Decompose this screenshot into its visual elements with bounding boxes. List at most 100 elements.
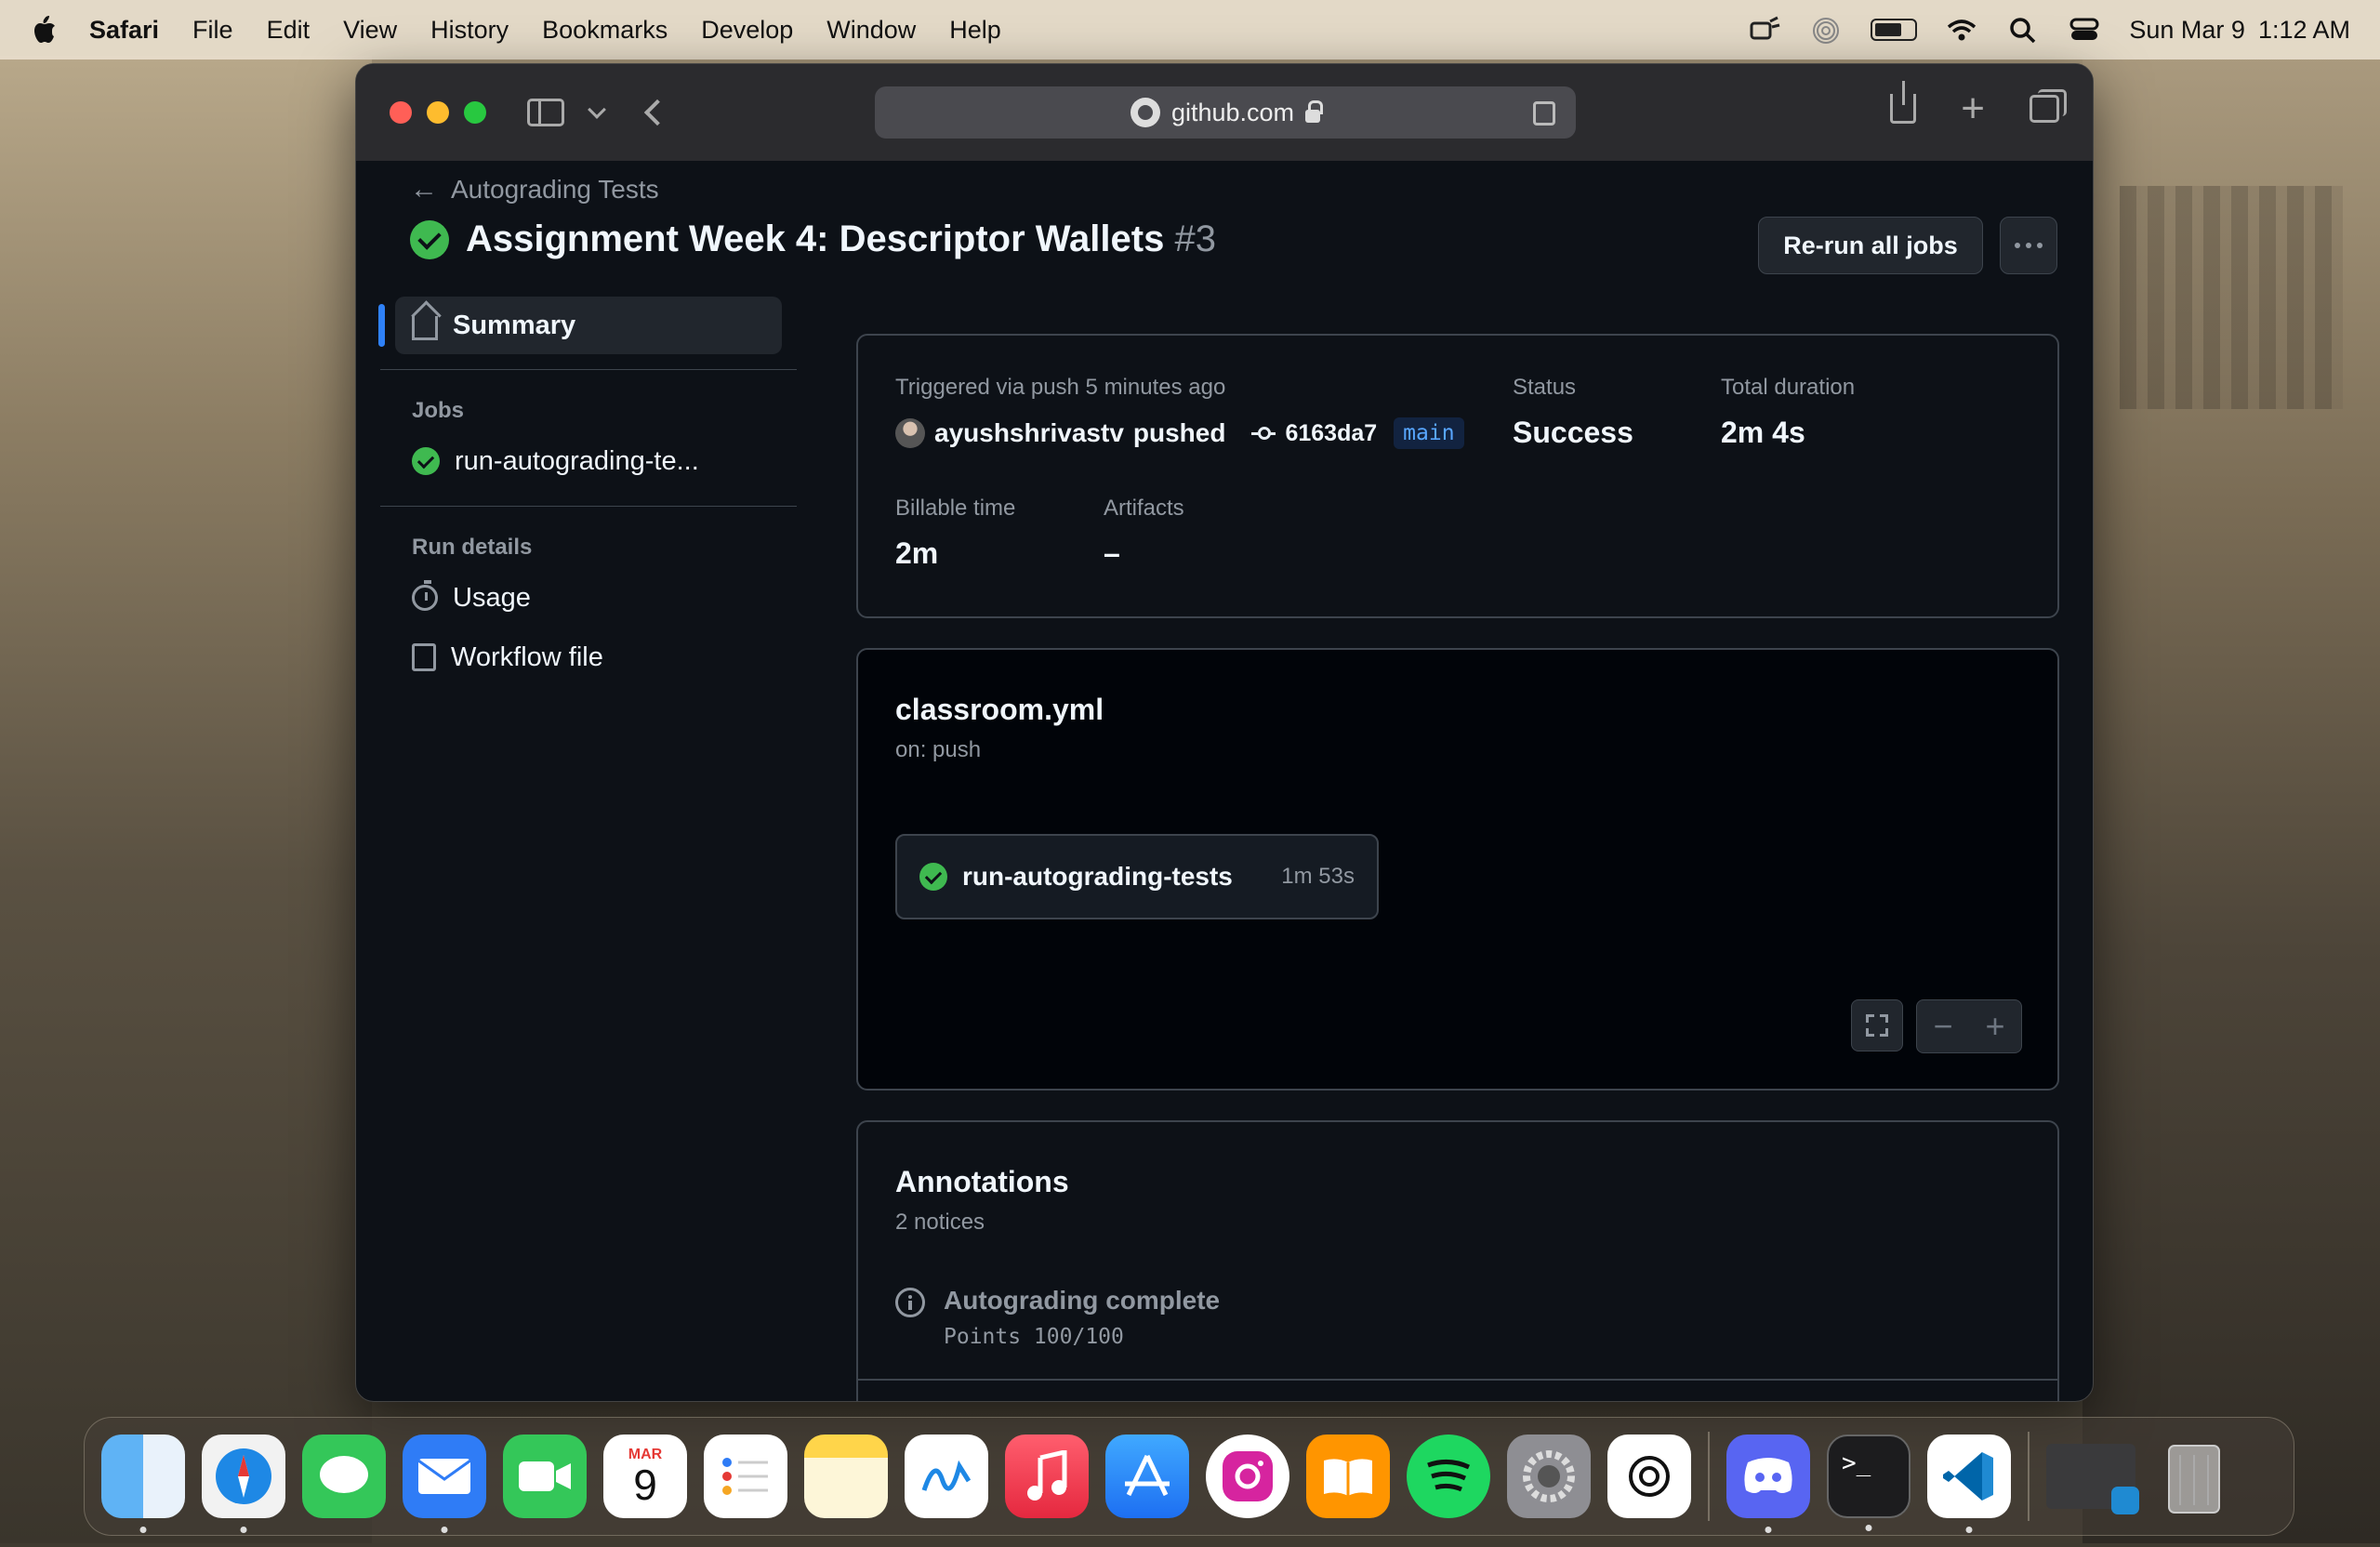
zoom-in-button[interactable]: +: [1969, 1000, 2021, 1052]
tab-overview-icon[interactable]: [2030, 89, 2067, 123]
success-check-icon: [412, 447, 440, 475]
menu-window[interactable]: Window: [826, 16, 916, 45]
sidebar-item-job[interactable]: run-autograding-te...: [412, 431, 797, 491]
run-title: Assignment Week 4: Descriptor Wallets: [466, 218, 1165, 259]
maximize-window-button[interactable]: [464, 101, 486, 124]
address-bar[interactable]: github.com: [875, 86, 1576, 139]
safari-window: github.com + ← Autograding Tests Assignm…: [355, 63, 2094, 1402]
battery-icon[interactable]: [1871, 19, 1918, 41]
arrow-left-icon: ←: [410, 174, 438, 205]
sidebar-item-summary[interactable]: Summary: [378, 297, 782, 354]
instagram-icon[interactable]: [1206, 1435, 1289, 1518]
sidebar-item-label: Workflow file: [451, 641, 603, 672]
freeform-icon[interactable]: [905, 1435, 988, 1518]
window-thumbnail-icon[interactable]: [2046, 1444, 2139, 1514]
menu-view[interactable]: View: [343, 16, 397, 45]
menu-bookmarks[interactable]: Bookmarks: [542, 16, 668, 45]
calendar-icon[interactable]: MAR 9: [603, 1435, 687, 1518]
fullscreen-button[interactable]: [1851, 999, 1903, 1051]
app-store-icon[interactable]: [1105, 1435, 1189, 1518]
menu-file[interactable]: File: [192, 16, 233, 45]
new-tab-icon[interactable]: +: [1961, 88, 1985, 129]
stage-manager-icon[interactable]: [1748, 16, 1781, 44]
apple-logo-icon[interactable]: [30, 13, 58, 46]
spotify-icon[interactable]: [1407, 1435, 1490, 1518]
chatgpt-icon[interactable]: [1607, 1435, 1691, 1518]
more-options-button[interactable]: [2000, 217, 2057, 274]
billable-time-value: 2m: [895, 536, 939, 570]
breadcrumb[interactable]: ← Autograding Tests: [410, 174, 659, 205]
mail-icon[interactable]: [403, 1435, 486, 1533]
sidebar-item-usage[interactable]: Usage: [412, 568, 797, 628]
sidebar-item-label: Summary: [453, 310, 576, 340]
total-duration-label: Total duration: [1721, 375, 1856, 400]
billable-time-label: Billable time: [895, 496, 1016, 521]
music-icon[interactable]: [1005, 1435, 1089, 1518]
workflow-file-icon: [412, 643, 436, 671]
rerun-all-jobs-button[interactable]: Re-run all jobs: [1758, 217, 1983, 274]
dock-separator: [1708, 1432, 1710, 1521]
safari-icon[interactable]: [202, 1435, 285, 1533]
reader-mode-icon[interactable]: [1533, 101, 1555, 126]
reminders-icon[interactable]: [704, 1435, 787, 1518]
notes-icon[interactable]: [804, 1435, 888, 1518]
calendar-day: 9: [633, 1461, 657, 1509]
menu-edit[interactable]: Edit: [267, 16, 311, 45]
menu-develop[interactable]: Develop: [701, 16, 793, 45]
total-duration-value: 2m 4s: [1721, 416, 1805, 449]
sidebar-toggle-icon[interactable]: [527, 99, 564, 126]
success-check-icon: [410, 219, 449, 259]
sidebar-item-label: Usage: [453, 582, 531, 613]
books-icon[interactable]: [1306, 1435, 1390, 1518]
branch-badge[interactable]: main: [1394, 417, 1464, 449]
job-name: run-autograding-tests: [962, 862, 1233, 891]
menu-app-name[interactable]: Safari: [89, 16, 159, 45]
control-center-icon[interactable]: [2068, 16, 2101, 44]
breadcrumb-workflow[interactable]: Autograding Tests: [451, 175, 659, 205]
sidebar-item-workflow-file[interactable]: Workflow file: [412, 628, 797, 687]
menu-bar: Safari File Edit View History Bookmarks …: [0, 0, 2380, 60]
back-button[interactable]: [643, 99, 671, 126]
trash-icon[interactable]: [2152, 1435, 2236, 1518]
annotation-title: Autograding complete: [944, 1286, 1221, 1315]
messages-icon[interactable]: [302, 1435, 386, 1518]
annotations-count: 2 notices: [895, 1210, 985, 1235]
annotation-body: Points 100/100: [944, 1325, 1124, 1349]
workflow-trigger: on: push: [895, 737, 982, 762]
discord-icon[interactable]: [1726, 1435, 1810, 1533]
info-icon: [895, 1288, 925, 1317]
run-details-heading: Run details: [412, 535, 533, 560]
pushed-text: pushed: [1132, 418, 1226, 447]
run-sidebar: Summary Jobs run-autograding-te... Run d…: [378, 297, 797, 687]
terminal-icon[interactable]: >_: [1827, 1435, 1911, 1531]
github-favicon-icon: [1130, 98, 1160, 127]
facetime-icon[interactable]: [503, 1435, 587, 1518]
chevron-down-icon[interactable]: [588, 100, 606, 119]
minimize-window-button[interactable]: [427, 101, 449, 124]
job-node[interactable]: run-autograding-tests 1m 53s: [895, 834, 1379, 919]
wifi-icon[interactable]: [1945, 16, 1978, 44]
kebab-dot-icon: [2015, 243, 2020, 248]
commit-sha-link[interactable]: 6163da7: [1285, 420, 1377, 447]
commit-icon: [1251, 427, 1276, 440]
share-icon[interactable]: [1890, 81, 1917, 124]
artifacts-label: Artifacts: [1104, 496, 1184, 521]
menu-history[interactable]: History: [430, 16, 509, 45]
vscode-icon[interactable]: [1927, 1435, 2011, 1533]
close-window-button[interactable]: [390, 101, 412, 124]
spotlight-search-icon[interactable]: [2006, 16, 2040, 44]
finder-icon[interactable]: [101, 1435, 185, 1533]
annotations-title: Annotations: [895, 1165, 1069, 1198]
dock: MAR 9 >_: [84, 1417, 2294, 1536]
annotation-item: Autograding complete Points 100/100: [895, 1286, 1220, 1349]
actor-link[interactable]: ayushshrivastv: [934, 418, 1124, 448]
system-settings-icon[interactable]: [1507, 1435, 1591, 1518]
avatar[interactable]: [895, 418, 925, 448]
fullscreen-icon: [1865, 1013, 1889, 1038]
artifacts-value: –: [1104, 536, 1120, 570]
menu-date[interactable]: Sun Mar 9: [2129, 16, 2245, 45]
menu-help[interactable]: Help: [949, 16, 1001, 45]
menu-time[interactable]: 1:12 AM: [2258, 16, 2350, 45]
airdrop-icon[interactable]: [1809, 16, 1843, 44]
zoom-out-button[interactable]: −: [1917, 1000, 1969, 1052]
